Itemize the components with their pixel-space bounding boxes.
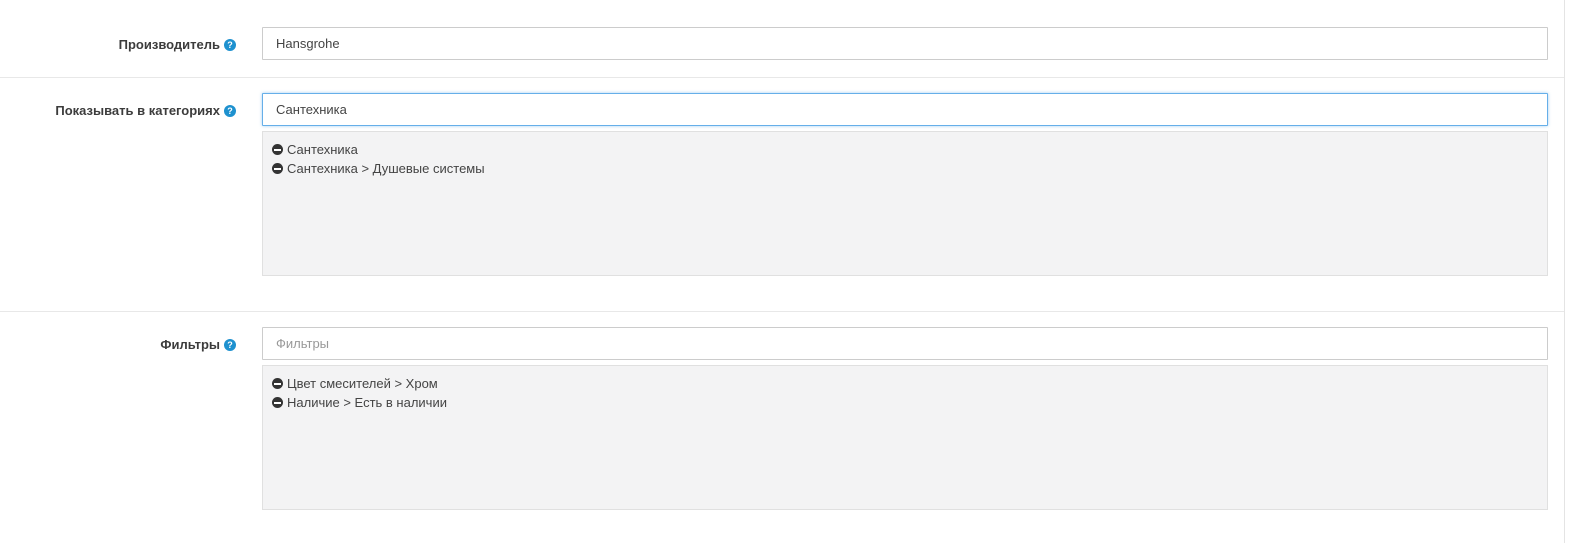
filter-item-label: Наличие > Есть в наличии	[287, 395, 447, 410]
list-item: Сантехника > Душевые системы	[272, 159, 1538, 178]
filters-autocomplete-input[interactable]	[262, 327, 1548, 360]
categories-label-group: Показывать в категориях ?	[55, 103, 236, 118]
remove-minus-circle-icon[interactable]	[272, 397, 283, 408]
category-item-label: Сантехника > Душевые системы	[287, 161, 485, 176]
filters-selected-list: Цвет смесителей > Хром Наличие > Есть в …	[262, 365, 1548, 510]
product-links-form: Производитель ? Показывать в категориях …	[0, 0, 1588, 543]
remove-minus-circle-icon[interactable]	[272, 144, 283, 155]
category-item-label: Сантехника	[287, 142, 358, 157]
list-item: Наличие > Есть в наличии	[272, 393, 1538, 412]
filters-label-group: Фильтры ?	[160, 337, 236, 352]
row-divider	[0, 77, 1564, 78]
remove-minus-circle-icon[interactable]	[272, 378, 283, 389]
question-circle-icon[interactable]: ?	[224, 38, 236, 51]
remove-minus-circle-icon[interactable]	[272, 163, 283, 174]
manufacturer-label: Производитель	[118, 37, 220, 52]
row-divider	[0, 311, 1564, 312]
filters-label: Фильтры	[160, 337, 220, 352]
filter-item-label: Цвет смесителей > Хром	[287, 376, 438, 391]
categories-label: Показывать в категориях	[55, 103, 220, 118]
list-item: Цвет смесителей > Хром	[272, 374, 1538, 393]
question-circle-icon[interactable]: ?	[224, 104, 236, 117]
manufacturer-input[interactable]	[262, 27, 1548, 60]
list-item: Сантехника	[272, 140, 1538, 159]
categories-selected-list: Сантехника Сантехника > Душевые системы	[262, 131, 1548, 276]
panel-right-border	[1564, 0, 1565, 543]
categories-autocomplete-input[interactable]	[262, 93, 1548, 126]
manufacturer-label-group: Производитель ?	[119, 37, 236, 52]
question-circle-icon[interactable]: ?	[224, 338, 236, 351]
